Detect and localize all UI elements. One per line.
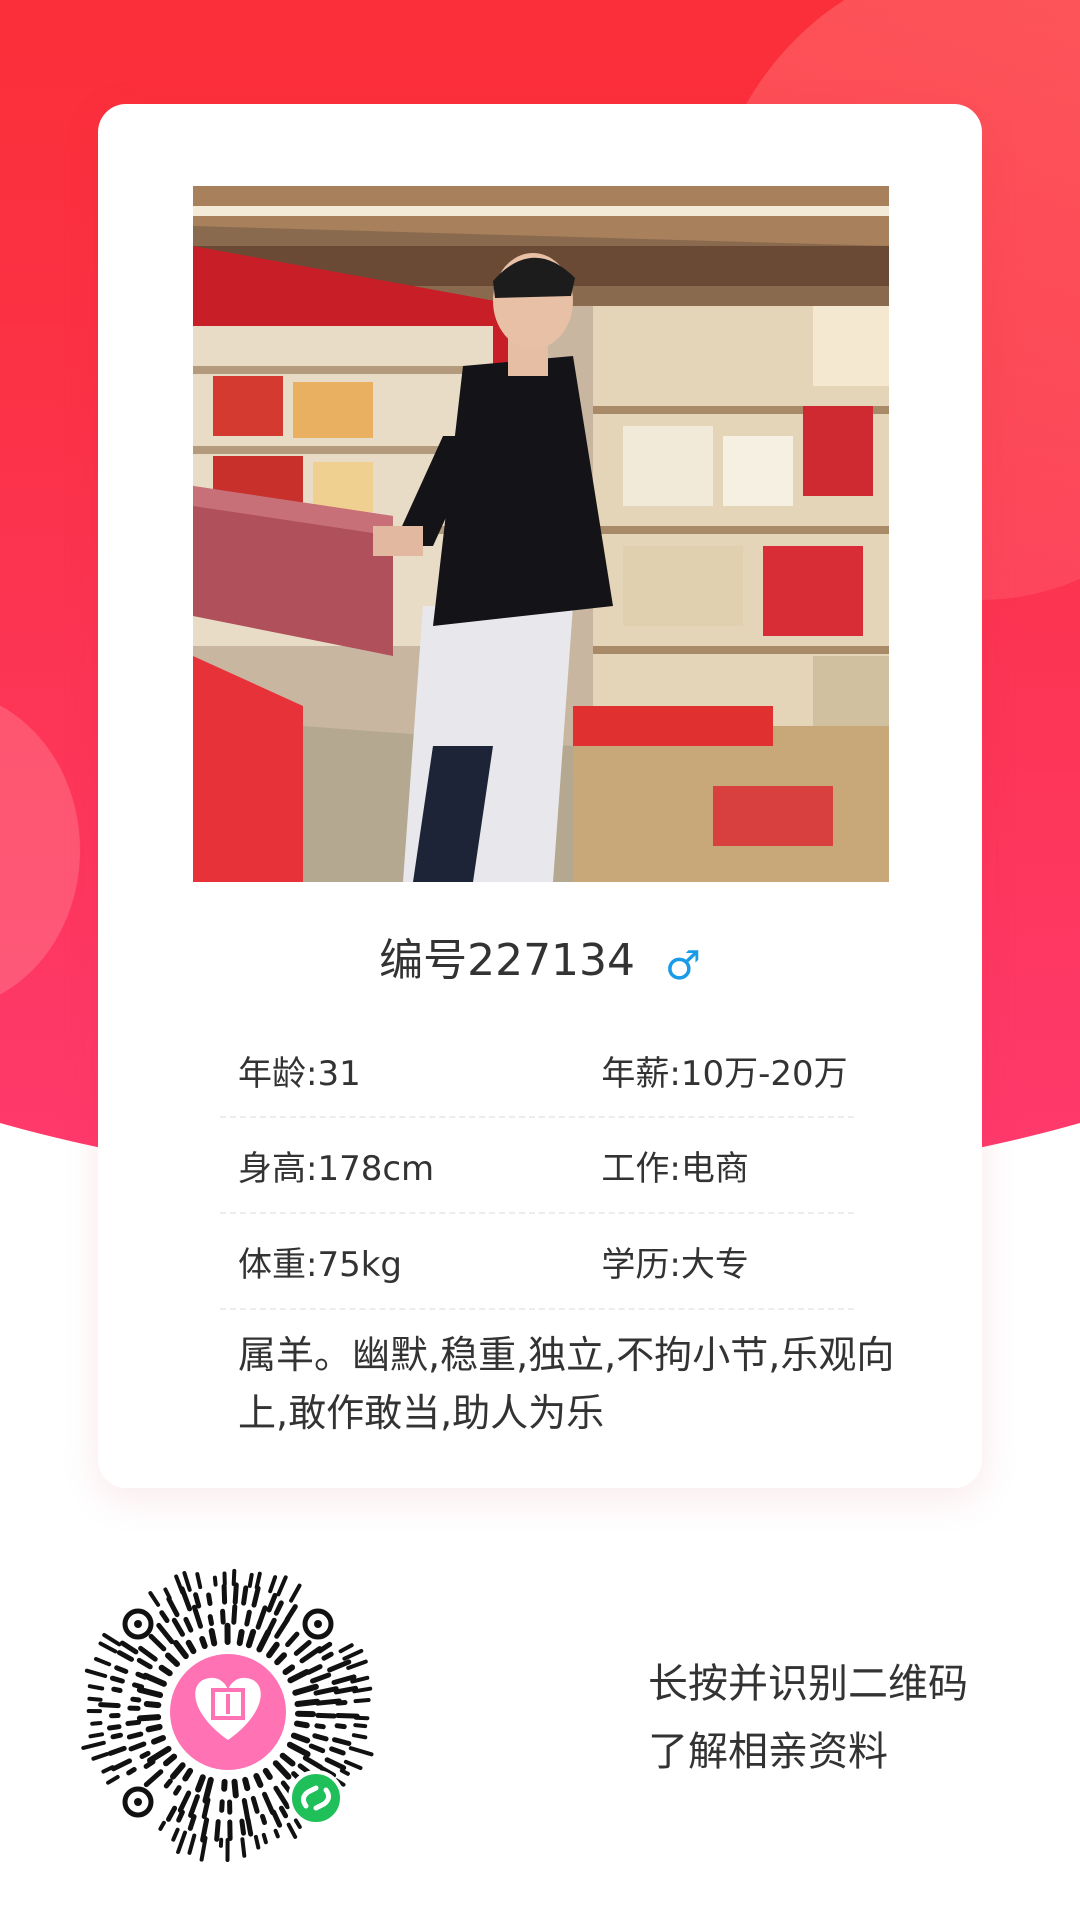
qr-text-line1: 长按并识别二维码 (648, 1661, 968, 1707)
education-field: 学历:大专 (601, 1244, 749, 1285)
info-row: 年龄:31 年薪:10万-20万 (220, 1024, 854, 1118)
profile-title: 编号227134 ♂ (98, 924, 982, 989)
info-row: 身高:178cm 工作:电商 (220, 1118, 854, 1214)
qr-text-line2: 了解相亲资料 (648, 1729, 888, 1775)
qr-instructions: 长按并识别二维码 了解相亲资料 (648, 1650, 968, 1786)
job-field: 工作:电商 (601, 1148, 749, 1189)
qr-code[interactable] (78, 1562, 378, 1862)
height-field: 身高:178cm (238, 1148, 435, 1189)
profile-photo[interactable] (193, 186, 889, 882)
profile-id: 编号227134 (379, 935, 636, 986)
profile-bio: 属羊。幽默,稳重,独立,不拘小节,乐观向上,敢作敢当,助人为乐 (238, 1333, 895, 1435)
male-icon: ♂ (665, 943, 701, 989)
age-field: 年龄:31 (238, 1053, 361, 1094)
salary-field: 年薪:10万-20万 (601, 1053, 848, 1094)
weight-field: 体重:75kg (238, 1244, 402, 1285)
info-grid: 年龄:31 年薪:10万-20万 身高:178cm 工作:电商 体重:75kg … (220, 1024, 854, 1310)
profile-card: 编号227134 ♂ 年龄:31 年薪:10万-20万 身高:178cm 工作:电… (98, 104, 982, 1488)
decor-circle-left (0, 690, 80, 1010)
info-row: 体重:75kg 学历:大专 (220, 1214, 854, 1310)
